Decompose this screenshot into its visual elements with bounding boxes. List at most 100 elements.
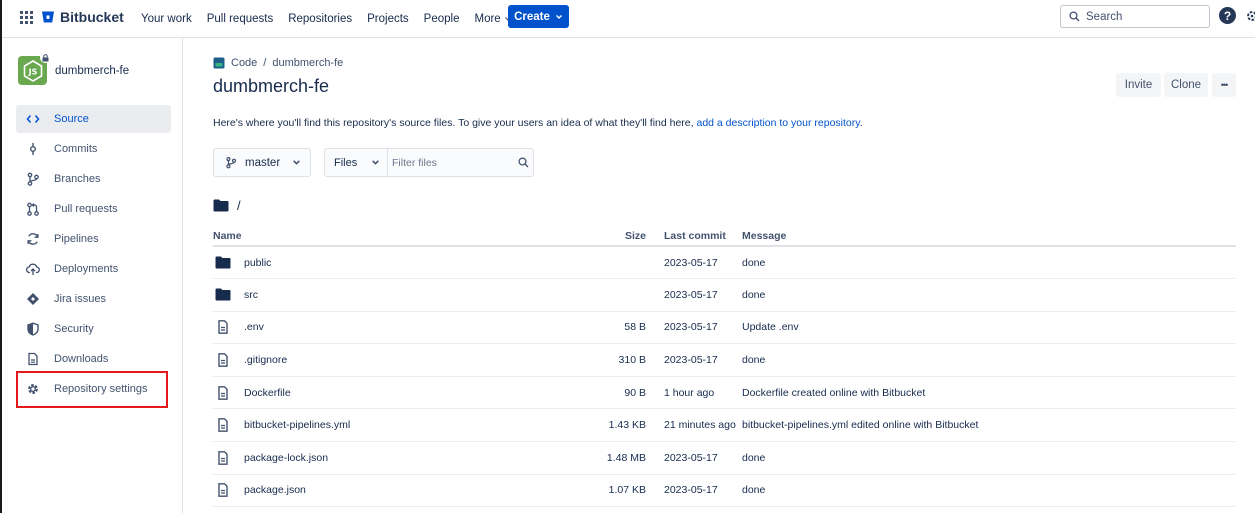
bitbucket-logo[interactable]: Bitbucket <box>41 9 124 25</box>
sidebar-item-label: Downloads <box>54 353 109 365</box>
sidebar-item-label: Pipelines <box>54 233 99 245</box>
bitbucket-icon <box>42 11 54 23</box>
folder-icon <box>215 256 231 269</box>
file-commit-message: done <box>742 441 1236 475</box>
search-box[interactable] <box>1060 5 1210 28</box>
file-name-cell: Dockerfile <box>213 376 603 410</box>
sidebar-item-jira-issues[interactable]: Jira issues <box>16 285 171 313</box>
create-button[interactable]: Create <box>508 5 569 28</box>
description-end: . <box>859 117 863 129</box>
folder-icon <box>213 199 229 212</box>
code-icon <box>26 115 40 123</box>
more-actions-button[interactable]: ••• <box>1212 73 1236 97</box>
chevron-down-icon <box>293 160 301 165</box>
file-commit-message: Dockerfile created online with Bitbucket <box>742 376 1236 410</box>
nav-your-work[interactable]: Your work <box>141 13 192 25</box>
branch-icon <box>226 157 237 169</box>
sidebar-item-downloads[interactable]: Downloads <box>16 345 171 373</box>
sidebar-item-label: Commits <box>54 143 98 155</box>
sidebar-item-pull-requests[interactable]: Pull requests <box>16 195 171 223</box>
current-path: / <box>213 198 241 213</box>
table-row[interactable]: .env 58 B 2023-05-17 Update .env <box>213 311 1236 345</box>
nav-repositories[interactable]: Repositories <box>288 13 352 25</box>
nav-pull-requests[interactable]: Pull requests <box>207 13 273 25</box>
nav-people[interactable]: People <box>424 13 460 25</box>
path-text: / <box>237 198 241 213</box>
file-name-link[interactable]: .gitignore <box>244 354 287 366</box>
branch-selector[interactable]: master <box>213 148 311 177</box>
sidebar-item-label: Source <box>54 113 89 125</box>
file-name-link[interactable]: public <box>244 257 271 269</box>
files-type-select[interactable]: Files <box>325 149 388 176</box>
column-name[interactable]: Name <box>213 226 603 247</box>
nav-more[interactable]: More <box>474 13 511 25</box>
code-repo-icon <box>213 57 225 69</box>
table-row[interactable]: public 2023-05-17 done <box>213 246 1236 280</box>
page-title: dumbmerch-fe <box>213 76 330 96</box>
search-icon <box>518 157 529 168</box>
file-rows: public 2023-05-17 done src 2023-05-17 done .en… <box>213 246 1236 508</box>
table-row[interactable]: bitbucket-pipelines.yml 1.43 KB 21 minutes… <box>213 408 1236 443</box>
column-last-commit[interactable]: Last commit <box>646 226 742 247</box>
table-row[interactable]: src 2023-05-17 done <box>213 278 1236 312</box>
table-row[interactable]: package.json 1.07 KB 2023-05-17 done <box>213 474 1236 508</box>
top-navigation: Bitbucket Your work Pull requests Reposi… <box>2 0 1255 38</box>
file-table: Name Size Last commit Message public 2023… <box>213 226 1236 508</box>
private-lock-icon <box>40 52 51 63</box>
breadcrumb-code-link[interactable]: Code <box>231 57 257 69</box>
description-text: Here's where you'll find this repository… <box>213 117 694 129</box>
app-switcher-icon[interactable] <box>20 11 33 24</box>
file-name-cell: package.json <box>213 474 603 508</box>
branch-name: master <box>245 156 281 169</box>
search-input[interactable] <box>1086 10 1196 23</box>
file-name-link[interactable]: package.json <box>244 484 306 496</box>
file-name-link[interactable]: bitbucket-pipelines.yml <box>244 419 350 431</box>
settings-gear-icon[interactable] <box>1245 8 1255 24</box>
file-size: 58 B <box>603 311 646 345</box>
deployments-icon <box>26 263 40 275</box>
breadcrumb-repo-link[interactable]: dumbmerch-fe <box>272 57 343 69</box>
chevron-down-icon <box>372 160 380 165</box>
file-size: 1.07 KB <box>603 474 646 508</box>
column-message[interactable]: Message <box>742 226 1236 247</box>
file-icon <box>218 483 228 498</box>
file-commit-message: done <box>742 246 1236 280</box>
table-row[interactable]: .gitignore 310 B 2023-05-17 done <box>213 343 1236 377</box>
sidebar-item-label: Deployments <box>54 263 119 275</box>
file-name-link[interactable]: src <box>244 289 258 301</box>
file-name-cell: .gitignore <box>213 343 603 377</box>
add-description-link[interactable]: add a description to your repository <box>696 117 859 129</box>
sidebar-item-source[interactable]: Source <box>16 105 171 133</box>
invite-button[interactable]: Invite <box>1116 73 1161 97</box>
breadcrumb: Code / dumbmerch-fe <box>213 57 343 69</box>
sidebar-item-deployments[interactable]: Deployments <box>16 255 171 283</box>
commit-icon <box>29 143 36 155</box>
sidebar-item-commits[interactable]: Commits <box>16 135 171 163</box>
file-size: 1.43 KB <box>603 408 646 443</box>
file-last-commit: 2023-05-17 <box>646 343 742 377</box>
table-row[interactable]: package-lock.json 1.48 MB 2023-05-17 done <box>213 441 1236 475</box>
create-label: Create <box>514 10 550 23</box>
file-name-cell: .env <box>213 311 603 345</box>
file-name-link[interactable]: .env <box>244 321 264 333</box>
sidebar-item-security[interactable]: Security <box>16 315 171 343</box>
shield-icon <box>27 322 39 336</box>
nav-projects[interactable]: Projects <box>367 13 409 25</box>
sidebar-item-branches[interactable]: Branches <box>16 165 171 193</box>
column-size[interactable]: Size <box>603 226 646 247</box>
filter-files-input[interactable] <box>392 156 512 169</box>
file-name-link[interactable]: package-lock.json <box>244 452 328 464</box>
file-commit-message: done <box>742 278 1236 312</box>
repo-header[interactable]: JS dumbmerch-fe <box>18 52 130 85</box>
file-name-link[interactable]: Dockerfile <box>244 387 291 399</box>
file-size: 310 B <box>603 343 646 377</box>
table-row[interactable]: Dockerfile 90 B1 hour ago Dockerfile creat… <box>213 376 1236 410</box>
jira-icon <box>27 293 39 305</box>
file-last-commit: 1 hour ago <box>646 376 742 410</box>
repo-name: dumbmerch-fe <box>55 64 130 77</box>
help-icon[interactable]: ? <box>1219 7 1236 24</box>
sidebar-item-pipelines[interactable]: Pipelines <box>16 225 171 253</box>
clone-button[interactable]: Clone <box>1164 73 1208 97</box>
folder-icon <box>215 288 231 301</box>
sidebar-item-label: Security <box>54 323 94 335</box>
